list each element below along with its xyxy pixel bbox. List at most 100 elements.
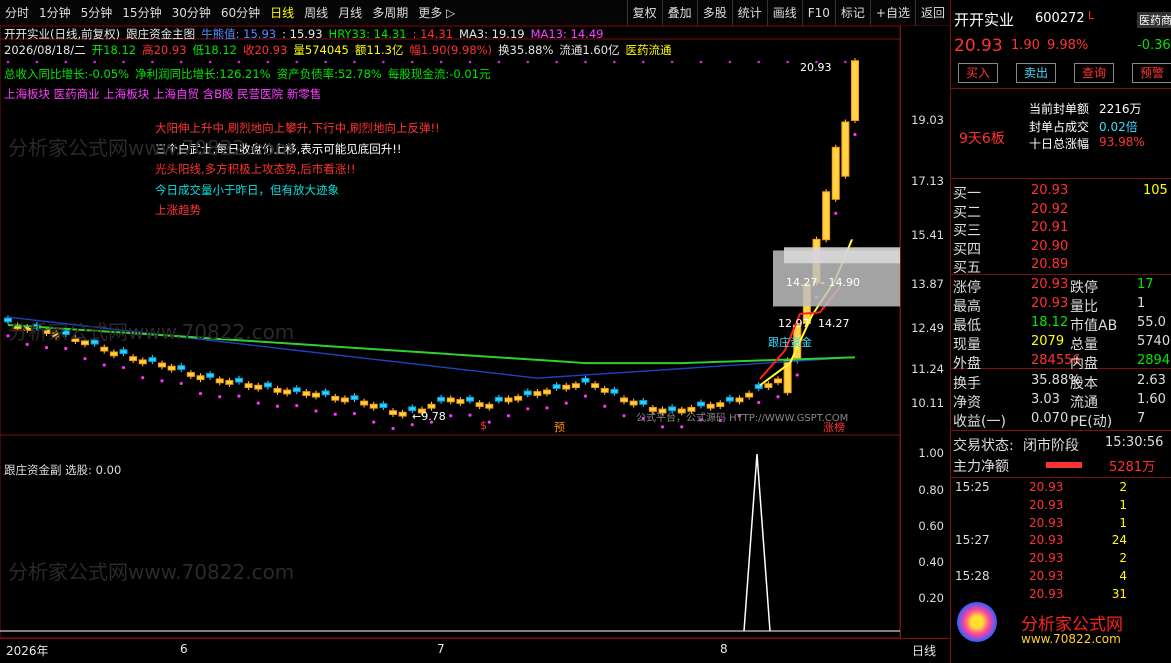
niu-value: 牛熊值: 15.93: [201, 27, 277, 41]
func-button-8[interactable]: 返回: [914, 0, 950, 26]
down-candle: [148, 357, 157, 362]
seal-ratio-label: 封单占成交: [1029, 120, 1090, 134]
sub-indicator-name[interactable]: 跟庄资金副: [4, 463, 62, 477]
func-button-6[interactable]: 标记: [834, 0, 870, 26]
func-button-0[interactable]: 复权: [626, 0, 662, 26]
tab-4[interactable]: 30分钟: [167, 0, 216, 26]
price-pct: 9.98%: [1047, 38, 1089, 53]
tab-1[interactable]: 1分钟: [34, 0, 76, 26]
trade-time-3: 15:27: [955, 533, 990, 548]
flow-value: 5281万: [1109, 460, 1156, 475]
up-candle: [774, 378, 782, 384]
func-button-2[interactable]: 多股: [696, 0, 732, 26]
concept-blocks: 上海板块 医药商业 上海板块 上海自贸 含B股 民营医院 新零售: [4, 86, 322, 101]
down-candle: [350, 395, 359, 401]
stat2-value-b0: 2.63: [1137, 373, 1166, 388]
tab-6[interactable]: 日线: [265, 0, 299, 26]
period-label[interactable]: 日线: [912, 642, 936, 659]
sub-frame: [0, 434, 901, 639]
down-candle: [523, 390, 532, 396]
status-value: 闭市阶段: [1023, 438, 1079, 454]
tab-8[interactable]: 月线: [333, 0, 367, 26]
tab-0[interactable]: 分时: [0, 0, 34, 26]
main-indicator-name[interactable]: 跟庄资金主图: [126, 27, 195, 43]
seal-ratio: 0.02倍: [1099, 120, 1138, 134]
func-button-5[interactable]: F10: [801, 0, 835, 26]
signal-dot: [141, 376, 145, 380]
annotation-4: 上涨趋势: [155, 203, 201, 217]
gspt-watermark: 公式平台，公式源码 HTTP://WWW.GSPT.COM: [636, 413, 849, 424]
up-candle: [427, 403, 436, 409]
price-change: 1.90: [1011, 38, 1040, 53]
stat-label-b1: 量比: [1070, 299, 1098, 315]
bid-price-0: 20.93: [1031, 183, 1069, 198]
func-button-4[interactable]: 画线: [766, 0, 802, 26]
period-toolbar: 分时 1分钟 5分钟 15分钟 30分钟 60分钟 日线 周线 月线 多周期 更多 ▷ 复权 叠加 多股…: [0, 0, 950, 26]
divider-2: [951, 178, 1171, 179]
quote-panel: 开开实业 600272 L 医药商 20.93 1.90 9.98% -0.36 买入 卖出 查询预…: [950, 0, 1171, 663]
top-dot: [757, 60, 761, 64]
revenue-growth: 总收入同比增长:-0.05%: [4, 67, 130, 81]
stock-code: 600272: [1035, 11, 1085, 26]
x-value: : 14.31: [412, 27, 454, 41]
up-candle: [485, 403, 494, 409]
signal-dot: [44, 345, 49, 350]
up-candle: [456, 399, 465, 404]
signal-dot: [776, 395, 780, 399]
tab-10[interactable]: 更多 ▷: [413, 0, 460, 26]
divider-3: [951, 274, 1171, 275]
stat2-label-b0: 股本: [1070, 376, 1098, 392]
stat2-label-a0: 换手: [953, 376, 981, 392]
stat-label-a4: 外盘: [953, 356, 981, 372]
b2-label: 14.27: [818, 317, 850, 330]
up-candle: [562, 384, 571, 390]
tab-3[interactable]: 15分钟: [117, 0, 166, 26]
trade-price-6: 20.93: [1029, 586, 1064, 601]
up-candle: [312, 392, 320, 398]
top-dot: [699, 60, 703, 64]
signal-dot: [853, 132, 857, 137]
tab-9[interactable]: 多周期: [367, 0, 413, 26]
price-tick-6: 10.11: [911, 396, 944, 410]
down-candle: [206, 373, 215, 378]
debt-ratio: 资产负债率:52.78%: [276, 67, 382, 81]
signal-1: $: [480, 419, 487, 432]
status-time: 15:30:56: [1105, 435, 1164, 450]
trade-price-0: 20.93: [1029, 480, 1064, 494]
trade-time-5: 15:28: [955, 569, 990, 583]
func-button-1[interactable]: 叠加: [661, 0, 697, 26]
func-button-7[interactable]: +自选: [869, 0, 915, 26]
tab-2[interactable]: 5分钟: [76, 0, 118, 26]
top-dot: [844, 60, 847, 64]
panel-button-0[interactable]: 买入: [958, 63, 999, 83]
signal-dot: [680, 425, 684, 429]
up-candle: [764, 383, 773, 389]
trade-vol-5: 4: [1119, 569, 1127, 583]
flow-bar: [1046, 462, 1082, 468]
up-candle: [138, 359, 147, 365]
tab-7[interactable]: 周线: [299, 0, 333, 26]
sub-tick-3: 0.40: [918, 555, 944, 569]
down-candle: [697, 401, 705, 407]
up-candle: [831, 146, 840, 200]
trade-vol-2: 1: [1119, 515, 1127, 530]
panel-button-3[interactable]: 预警: [1132, 63, 1171, 83]
stat-value-a1: 20.93: [1031, 296, 1069, 311]
panel-button-2[interactable]: 查询: [1074, 63, 1115, 83]
up-candle: [369, 403, 378, 409]
sub-tick-4: 0.20: [918, 591, 944, 605]
down-candle: [379, 403, 388, 408]
trade-price-4: 20.93: [1029, 551, 1064, 566]
turnover: 换35.88%: [498, 42, 554, 57]
stat-label-b4: 内盘: [1070, 356, 1098, 372]
bid-vol-0: 105: [1143, 183, 1168, 198]
chart-area[interactable]: 开开实业(日线,前复权) 跟庄资金主图 牛熊值: 15.93 : 15.93 H…: [0, 25, 950, 639]
stat-value-a0: 20.93: [1031, 277, 1069, 292]
tab-5[interactable]: 60分钟: [216, 0, 265, 26]
stat-value-a3: 2079: [1031, 334, 1065, 349]
signal-dot: [198, 391, 203, 396]
open: 开18.12: [91, 42, 137, 57]
func-button-3[interactable]: 统计: [731, 0, 767, 26]
up-candle: [283, 389, 292, 395]
panel-button-1[interactable]: 卖出: [1016, 63, 1057, 83]
